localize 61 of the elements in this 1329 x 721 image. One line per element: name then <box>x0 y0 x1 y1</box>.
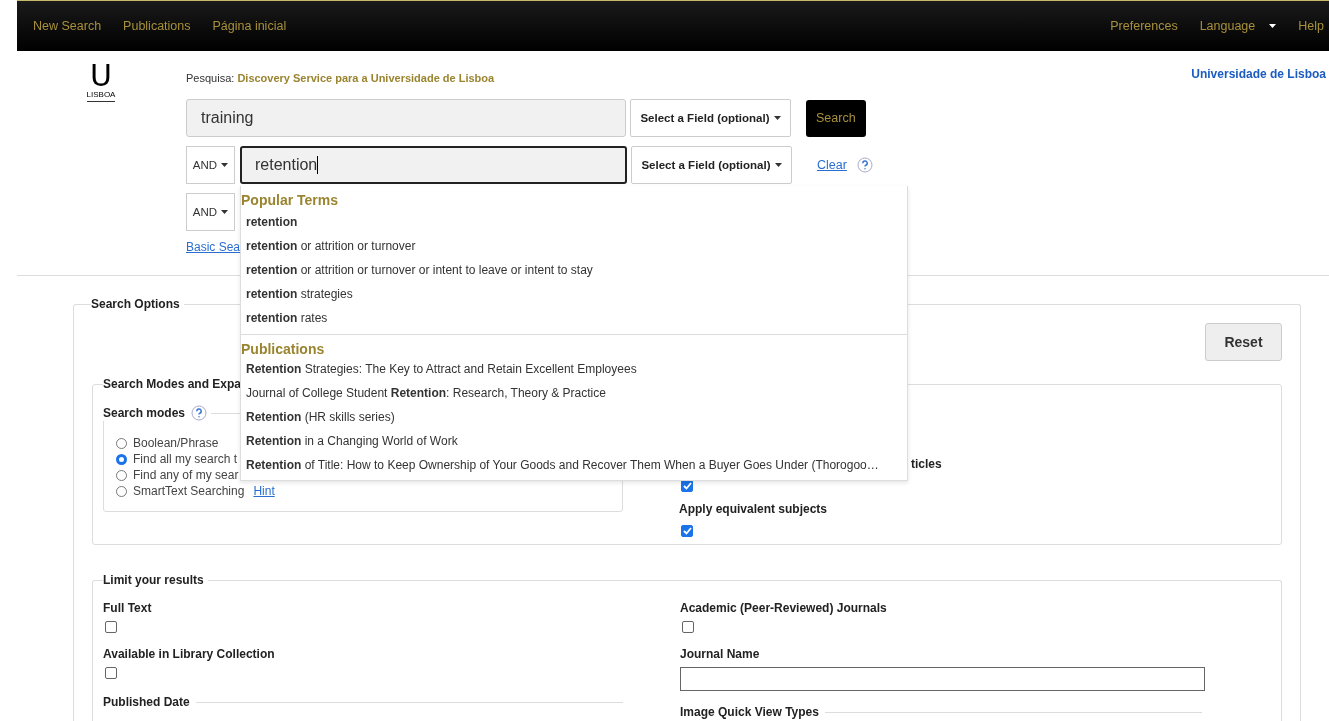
caret-icon <box>774 163 782 167</box>
university-logo: U LISBOA <box>17 61 127 102</box>
suggestion-item[interactable]: Retention in a Changing World of Work <box>241 429 907 453</box>
checkbox[interactable] <box>681 525 693 537</box>
nav-link[interactable]: New Search <box>33 19 102 33</box>
group-title: Published Date <box>103 695 190 709</box>
section-title: Search Options <box>91 297 181 311</box>
nav-link[interactable]: Página inicial <box>212 19 287 33</box>
group-title: Search modes <box>103 406 186 420</box>
section-title: Search Modes and Expa <box>103 377 243 391</box>
suggestion-item[interactable]: Retention Strategies: The Key to Attract and Retain Excellent Employees <box>241 357 907 381</box>
caret-icon <box>221 163 229 167</box>
caret-icon <box>773 116 781 120</box>
suggestion-heading: Popular Terms <box>241 192 339 210</box>
search-scope-label: Pesquisa: Discovery Service para a Universidade de Lisboa <box>186 72 496 84</box>
option-label: Full Text <box>103 601 153 615</box>
suggestion-item[interactable]: Retention (HR skills series) <box>241 405 907 429</box>
suggestion-item[interactable]: Journal of College Student Retention: Research, Theory & Practice <box>241 381 907 405</box>
operator-dropdown[interactable]: AND <box>186 146 235 184</box>
option-label: Apply equivalent subjects <box>679 502 829 516</box>
suggestion-item[interactable]: retention or attrition or turnover or intent to leave or intent to stay <box>241 258 907 282</box>
suggestion-heading: Publications <box>241 341 326 357</box>
radio-label: SmartText Searching <box>133 484 245 498</box>
basic-search-link[interactable]: Basic Sea <box>186 240 241 254</box>
suggestion-item[interactable]: retention or attrition or turnover <box>241 234 907 258</box>
hint-link[interactable]: Hint <box>253 484 275 498</box>
option-label: Journal Name <box>680 647 761 661</box>
group-title: Image Quick View Types <box>680 705 819 719</box>
radio-label: Find all my search t <box>133 452 238 466</box>
clear-link[interactable]: Clear <box>817 158 847 172</box>
operator-dropdown[interactable]: AND <box>186 193 235 231</box>
institution-link[interactable]: Universidade de Lisboa <box>1191 67 1326 81</box>
search-button[interactable]: Search <box>806 99 866 137</box>
field-select[interactable]: Select a Field (optional) <box>630 99 791 137</box>
option-label: Available in Library Collection <box>103 647 276 661</box>
suggestion-item[interactable]: Retention of Title: How to Keep Ownership of Your Goods and Recover Them When a Buyer Goes Under (Thorogoo… <box>241 453 907 477</box>
section-title: Limit your results <box>103 573 205 587</box>
search-input[interactable]: retention <box>240 146 627 184</box>
radio-label: Boolean/Phrase <box>133 436 219 450</box>
field-select[interactable]: Select a Field (optional) <box>631 146 792 184</box>
suggestion-item[interactable]: retention rates <box>241 306 907 330</box>
option-label: Academic (Peer-Reviewed) Journals <box>680 601 888 615</box>
checkbox[interactable] <box>105 621 117 633</box>
caret-icon <box>221 210 229 214</box>
journal-name-field[interactable] <box>680 667 1205 691</box>
help-icon[interactable] <box>191 405 208 421</box>
option-label: ticles <box>911 457 942 471</box>
search-input[interactable]: training <box>186 99 626 137</box>
suggestion-item[interactable]: retention <box>241 210 907 234</box>
help-icon[interactable] <box>856 157 873 173</box>
nav-link[interactable]: Preferences <box>1110 19 1178 33</box>
reset-button[interactable]: Reset <box>1205 323 1282 361</box>
radio-label: Find any of my sear <box>133 468 239 482</box>
language-menu[interactable]: Language <box>1199 19 1277 33</box>
checkbox[interactable] <box>682 621 694 633</box>
nav-link[interactable]: Publications <box>123 19 191 33</box>
suggestion-item[interactable]: retention strategies <box>241 282 907 306</box>
checkbox[interactable] <box>105 667 117 679</box>
radio-button[interactable] <box>116 453 127 465</box>
caret-icon <box>1269 24 1277 28</box>
nav-link[interactable]: Help <box>1298 19 1324 33</box>
